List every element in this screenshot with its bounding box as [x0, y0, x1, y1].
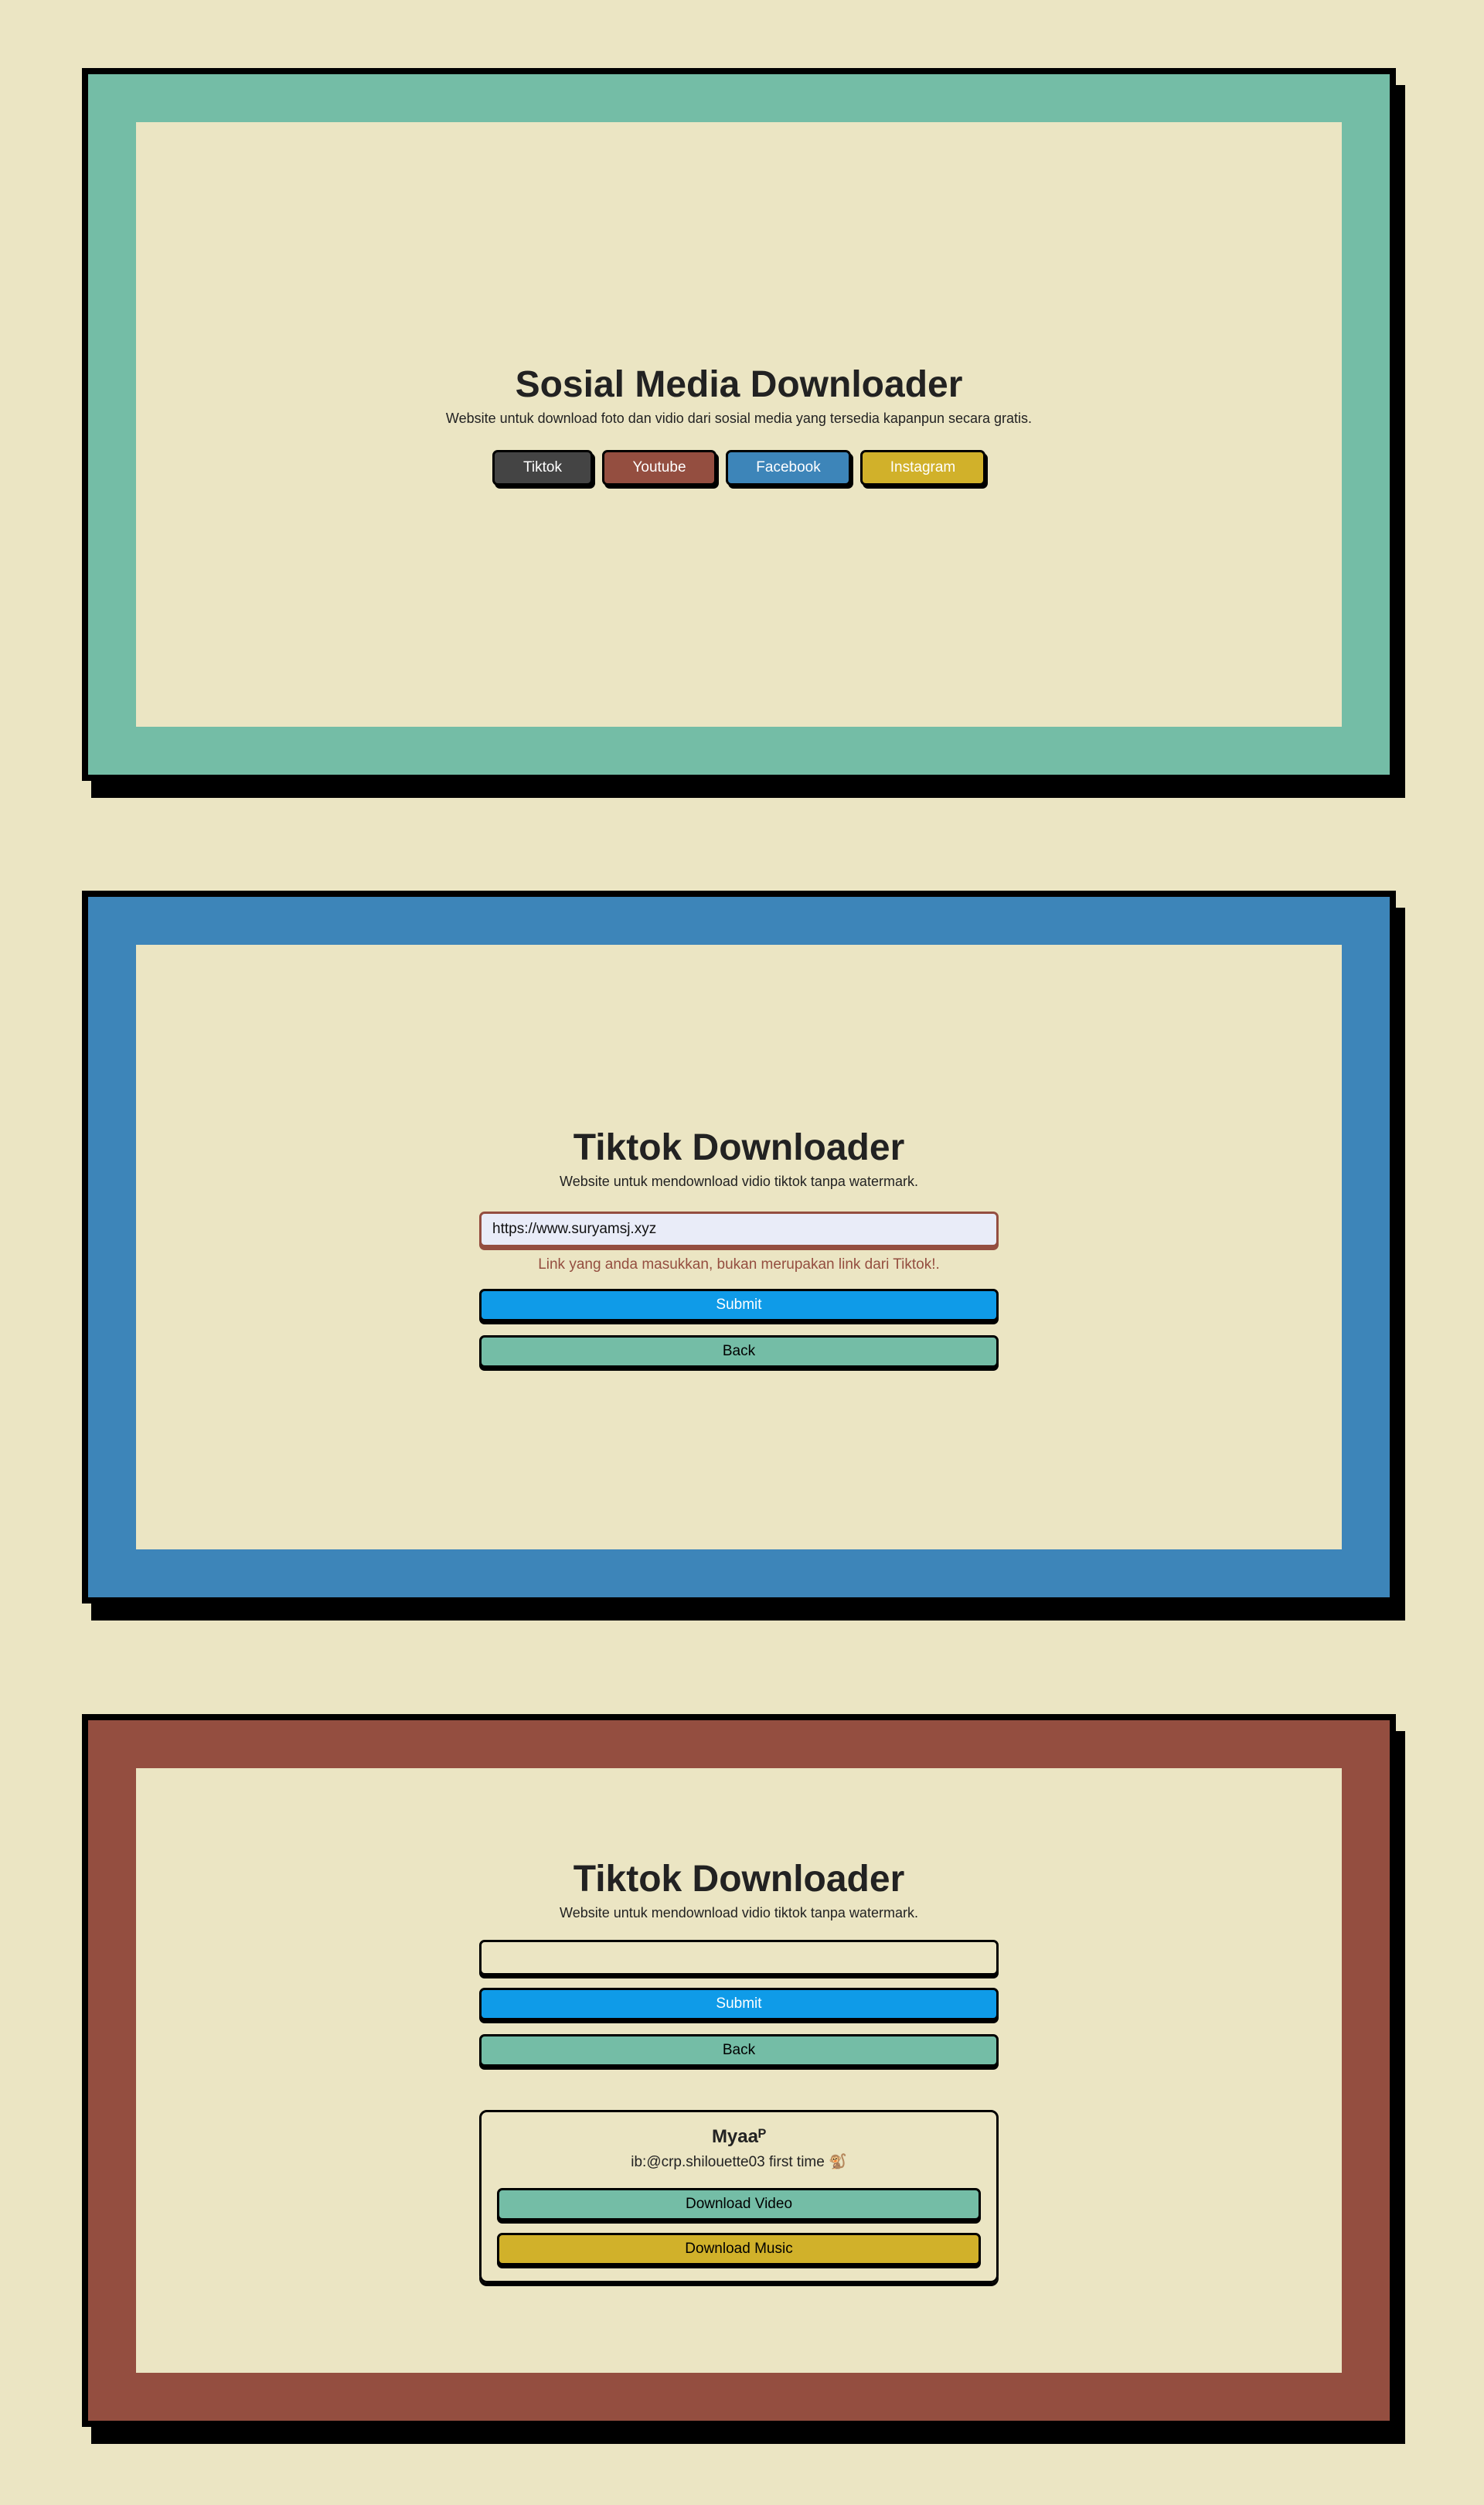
page-subtitle: Website untuk mendownload vidio tiktok t… [560, 1905, 918, 1920]
youtube-button[interactable]: Youtube [602, 450, 716, 486]
back-button[interactable]: Back [479, 2034, 999, 2067]
video-description: ib:@crp.shilouette03 first time 🐒 [631, 2154, 847, 2170]
result-panel: Tiktok Downloader Website untuk mendownl… [82, 1714, 1396, 2427]
download-video-button[interactable]: Download Video [497, 2188, 981, 2220]
back-button[interactable]: Back [479, 1335, 999, 1368]
instagram-button[interactable]: Instagram [860, 450, 985, 486]
download-form: Link yang anda masukkan, bukan merupakan… [479, 1212, 999, 1368]
home-content: Sosial Media Downloader Website untuk do… [136, 122, 1342, 727]
video-author-name: Myaaᴾ [711, 2126, 767, 2147]
error-panel: Tiktok Downloader Website untuk mendownl… [82, 891, 1396, 1604]
submit-button[interactable]: Submit [479, 1289, 999, 1321]
download-music-button[interactable]: Download Music [497, 2233, 981, 2265]
page-subtitle: Website untuk mendownload vidio tiktok t… [560, 1174, 918, 1189]
facebook-button[interactable]: Facebook [726, 450, 851, 486]
result-card: Myaaᴾ ib:@crp.shilouette03 first time 🐒 … [479, 2110, 999, 2283]
page-title: Tiktok Downloader [573, 1127, 905, 1168]
download-form: Submit Back Myaaᴾ ib:@crp.shilouette03 f… [479, 1940, 999, 2283]
tiktok-button[interactable]: Tiktok [492, 450, 593, 486]
result-content: Tiktok Downloader Website untuk mendownl… [136, 1768, 1342, 2373]
url-input[interactable] [479, 1940, 999, 1975]
platform-buttons: Tiktok Youtube Facebook Instagram [492, 450, 985, 486]
error-message: Link yang anda masukkan, bukan merupakan… [538, 1256, 940, 1273]
page-title: Sosial Media Downloader [515, 364, 963, 405]
submit-button[interactable]: Submit [479, 1988, 999, 2020]
home-panel: Sosial Media Downloader Website untuk do… [82, 68, 1396, 781]
error-content: Tiktok Downloader Website untuk mendownl… [136, 945, 1342, 1549]
page-title: Tiktok Downloader [573, 1859, 905, 1900]
page-subtitle: Website untuk download foto dan vidio da… [445, 411, 1033, 426]
url-input[interactable] [479, 1212, 999, 1247]
